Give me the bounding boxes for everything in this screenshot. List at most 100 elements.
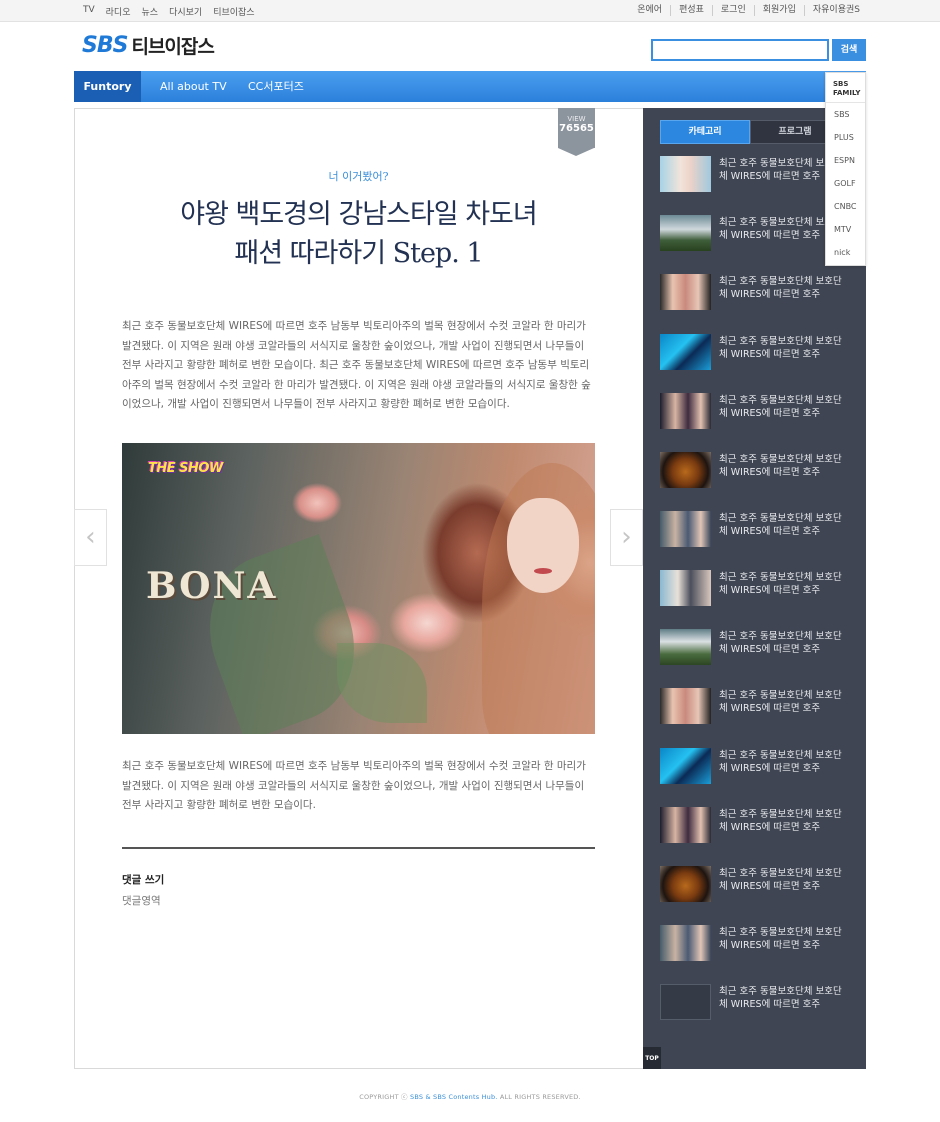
util-link-tvjobs[interactable]: 티브이잡스 <box>213 5 254 18</box>
list-item[interactable]: 최근 호주 동물보호단체 보호단체 WIRES에 따르면 호주 <box>660 568 855 608</box>
list-thumbnail <box>660 866 711 902</box>
view-label: VIEW <box>567 115 586 123</box>
util-link-signup[interactable]: 회원가입 <box>753 5 804 16</box>
list-thumbnail <box>660 748 711 784</box>
list-item-text: 최근 호주 동물보호단체 보호단체 WIRES에 따르면 호주 <box>719 513 842 537</box>
util-link-onair[interactable]: 온에어 <box>629 5 670 16</box>
list-item[interactable]: 최근 호주 동물보호단체 보호단체 WIRES에 따르면 호주 <box>660 391 855 431</box>
list-item[interactable]: 최근 호주 동물보호단체 보호단체 WIRES에 따르면 호주 <box>660 627 855 667</box>
list-item-text: 최근 호주 동물보호단체 보호단체 WIRES에 따르면 호주 <box>719 395 842 419</box>
search-input[interactable] <box>651 39 829 61</box>
list-item[interactable]: 최근 호주 동물보호단체 보호단체 WIRES에 따르면 호주 <box>660 450 855 490</box>
list-item-text: 최근 호주 동물보호단체 보호단체 WIRES에 따르면 호주 <box>719 572 842 596</box>
sbs-family-title-line1: SBS <box>833 80 849 88</box>
family-item-espn[interactable]: ESPN <box>826 149 865 172</box>
list-thumbnail <box>660 274 711 310</box>
list-thumbnail <box>660 452 711 488</box>
comment-divider <box>122 847 595 849</box>
tab-category[interactable]: 카테고리 <box>660 120 750 144</box>
util-link-news[interactable]: 뉴스 <box>142 5 159 18</box>
view-count: 76565 <box>559 123 594 134</box>
sbs-family-title-line2: FAMILY <box>833 89 861 97</box>
logo-name: 티브이잡스 <box>131 36 214 58</box>
util-link-schedule[interactable]: 편성표 <box>670 5 712 16</box>
photo-caption: BONA <box>146 565 278 607</box>
list-thumbnail <box>660 393 711 429</box>
list-thumbnail <box>660 215 711 251</box>
utility-links-left: TV 라디오 뉴스 다시보기 티브이잡스 <box>83 5 255 18</box>
article-title: 야왕 백도경의 강남스타일 차도녀 패션 따라하기 Step. 1 <box>122 195 595 273</box>
comment-title: 댓글 쓰기 <box>122 874 165 886</box>
search-button[interactable]: 검색 <box>832 39 866 61</box>
list-item-text: 최근 호주 동물보호단체 보호단체 WIRES에 따르면 호주 <box>719 454 842 478</box>
article-body-1: 최근 호주 동물보호단체 WIRES에 따르면 호주 남동부 빅토리아주의 벌목… <box>122 320 591 410</box>
main-nav: Funtory All about TV CC서포터즈 <box>74 71 866 102</box>
list-thumbnail <box>660 156 711 192</box>
family-item-cnbc[interactable]: CNBC <box>826 195 865 218</box>
list-item[interactable]: 최근 호주 동물보호단체 보호단체 WIRES에 따르면 호주 <box>660 686 855 726</box>
list-item[interactable]: 최근 호주 동물보호단체 보호단체 WIRES에 따르면 호주 <box>660 864 855 904</box>
family-item-mtv[interactable]: MTV <box>826 218 865 241</box>
list-item-text: 최근 호주 동물보호단체 보호단체 WIRES에 따르면 호주 <box>719 336 842 360</box>
list-thumbnail <box>660 925 711 961</box>
nav-item-funtory[interactable]: Funtory <box>74 71 141 102</box>
list-item[interactable]: 최근 호주 동물보호단체 보호단체 WIRES에 따르면 호주 <box>660 982 855 1022</box>
list-thumbnail <box>660 334 711 370</box>
footer-suffix: ALL RIGHTS RESERVED. <box>497 1093 581 1101</box>
nav-item-cc-supporters[interactable]: CC서포터즈 <box>248 71 304 102</box>
list-thumbnail <box>660 984 711 1020</box>
article-photo: THE SHOW BONA <box>122 443 595 734</box>
utility-links-right: 온에어 편성표 로그인 회원가입 자유이용권S <box>629 5 868 16</box>
list-thumbnail <box>660 570 711 606</box>
family-item-plus[interactable]: PLUS <box>826 126 865 149</box>
util-link-tv[interactable]: TV <box>83 5 95 18</box>
list-item-text: 최근 호주 동물보호단체 보호단체 WIRES에 따르면 호주 <box>719 868 842 892</box>
list-thumbnail <box>660 511 711 547</box>
util-link-login[interactable]: 로그인 <box>711 5 754 16</box>
list-thumbnail <box>660 688 711 724</box>
list-item-text: 최근 호주 동물보호단체 보호단체 WIRES에 따르면 호주 <box>719 690 842 714</box>
article-category[interactable]: 너 이거봤어? <box>122 168 595 184</box>
nav-item-all-about-tv[interactable]: All about TV <box>160 71 227 102</box>
comment-area[interactable]: 댓글영역 <box>122 893 161 908</box>
util-link-freepass[interactable]: 자유이용권S <box>803 5 868 16</box>
prev-arrow-button[interactable]: ‹ <box>74 509 107 566</box>
list-item-text: 최근 호주 동물보호단체 보호단체 WIRES에 따르면 호주 <box>719 809 842 833</box>
sbs-family-title[interactable]: SBS FAMILY <box>826 73 865 103</box>
photo-leaf-decor-2 <box>337 643 427 723</box>
util-link-replay[interactable]: 다시보기 <box>169 5 202 18</box>
photo-face-decor <box>507 498 579 593</box>
photo-lip-decor <box>534 568 552 574</box>
util-link-radio[interactable]: 라디오 <box>106 5 131 18</box>
list-item-text: 최근 호주 동물보호단체 보호단체 WIRES에 따르면 호주 <box>719 986 842 1010</box>
list-item[interactable]: 최근 호주 동물보호단체 보호단체 WIRES에 따르면 호주 <box>660 272 855 312</box>
list-item[interactable]: 최근 호주 동물보호단체 보호단체 WIRES에 따르면 호주 <box>660 923 855 963</box>
next-arrow-button[interactable]: › <box>610 509 643 566</box>
logo-sbs: SBS <box>82 33 128 58</box>
footer-company-link[interactable]: SBS & SBS Contents Hub. <box>410 1093 498 1101</box>
utility-bar: TV 라디오 뉴스 다시보기 티브이잡스 온에어 편성표 로그인 회원가입 자유… <box>0 0 940 22</box>
photo-show-logo: THE SHOW <box>148 461 223 476</box>
family-item-sbs[interactable]: SBS <box>826 103 865 126</box>
footer-copyright: COPYRIGHT ⓒ SBS & SBS Contents Hub. ALL … <box>0 1091 940 1101</box>
top-button[interactable]: TOP <box>643 1047 661 1069</box>
site-logo[interactable]: SBS 티브이잡스 <box>82 32 215 59</box>
list-item[interactable]: 최근 호주 동물보호단체 보호단체 WIRES에 따르면 호주 <box>660 332 855 372</box>
sidebar-tabs: 카테고리 프로그램 <box>660 120 840 144</box>
list-item[interactable]: 최근 호주 동물보호단체 보호단체 WIRES에 따르면 호주 <box>660 746 855 786</box>
list-item[interactable]: 최근 호주 동물보호단체 보호단체 WIRES에 따르면 호주 <box>660 509 855 549</box>
sbs-family-dropdown: SBS FAMILY SBS PLUS ESPN GOLF CNBC MTV n… <box>825 72 866 266</box>
list-item-text: 최근 호주 동물보호단체 보호단체 WIRES에 따르면 호주 <box>719 750 842 774</box>
footer-prefix: COPYRIGHT ⓒ <box>359 1093 410 1101</box>
family-item-nick[interactable]: nick <box>826 241 865 264</box>
list-item-text: 최근 호주 동물보호단체 보호단체 WIRES에 따르면 호주 <box>719 276 842 300</box>
list-item-text: 최근 호주 동물보호단체 보호단체 WIRES에 따르면 호주 <box>719 631 842 655</box>
list-thumbnail <box>660 629 711 665</box>
article-title-line2: 패션 따라하기 Step. 1 <box>234 238 483 269</box>
family-item-golf[interactable]: GOLF <box>826 172 865 195</box>
article-body-2: 최근 호주 동물보호단체 WIRES에 따르면 호주 남동부 빅토리아주의 벌목… <box>122 760 586 811</box>
list-thumbnail <box>660 807 711 843</box>
list-item-text: 최근 호주 동물보호단체 보호단체 WIRES에 따르면 호주 <box>719 927 842 951</box>
article-title-line1: 야왕 백도경의 강남스타일 차도녀 <box>180 199 538 230</box>
list-item[interactable]: 최근 호주 동물보호단체 보호단체 WIRES에 따르면 호주 <box>660 805 855 845</box>
